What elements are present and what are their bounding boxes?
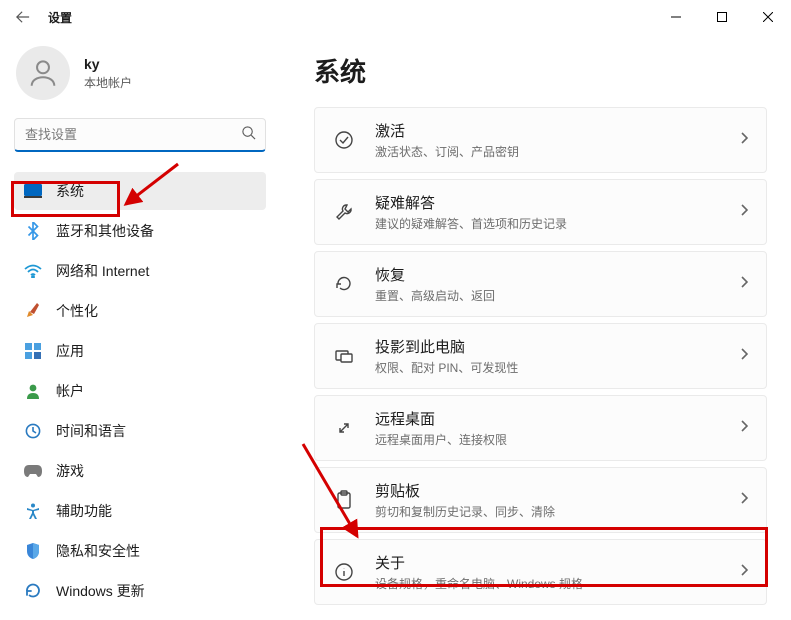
- card-wrench[interactable]: 疑难解答建议的疑难解答、首选项和历史记录: [314, 179, 767, 245]
- card-sub: 激活状态、订阅、产品密钥: [375, 143, 720, 160]
- search-icon: [241, 125, 256, 145]
- sidebar-item-bluetooth[interactable]: 蓝牙和其他设备: [14, 212, 266, 250]
- card-title: 疑难解答: [375, 192, 720, 213]
- chevron-right-icon: [740, 275, 748, 293]
- info-icon: [333, 561, 355, 583]
- card-recovery[interactable]: 恢复重置、高级启动、返回: [314, 251, 767, 317]
- wifi-icon: [24, 262, 42, 280]
- brush-icon: [24, 302, 42, 320]
- sidebar-item-label: 系统: [56, 181, 84, 201]
- check-icon: [333, 129, 355, 151]
- sidebar-item-label: Windows 更新: [56, 581, 145, 601]
- app-title: 设置: [48, 9, 72, 26]
- titlebar: 设置: [0, 0, 791, 34]
- sidebar-item-game[interactable]: 游戏: [14, 452, 266, 490]
- card-clipboard[interactable]: 剪贴板剪切和复制历史记录、同步、清除: [314, 467, 767, 533]
- card-title: 恢复: [375, 264, 720, 285]
- search-wrap: [14, 118, 266, 152]
- sidebar-item-person[interactable]: 帐户: [14, 372, 266, 410]
- search-input[interactable]: [14, 118, 266, 152]
- sidebar-item-label: 帐户: [56, 381, 84, 401]
- wrench-icon: [333, 201, 355, 223]
- project-icon: [333, 345, 355, 367]
- card-title: 剪贴板: [375, 480, 720, 501]
- card-sub: 远程桌面用户、连接权限: [375, 431, 720, 448]
- sidebar-item-label: 蓝牙和其他设备: [56, 221, 154, 241]
- back-button[interactable]: [6, 0, 40, 34]
- sidebar-item-wifi[interactable]: 网络和 Internet: [14, 252, 266, 290]
- card-title: 远程桌面: [375, 408, 720, 429]
- card-sub: 剪切和复制历史记录、同步、清除: [375, 503, 720, 520]
- card-sub: 重置、高级启动、返回: [375, 287, 720, 304]
- card-remote[interactable]: 远程桌面远程桌面用户、连接权限: [314, 395, 767, 461]
- card-sub: 权限、配对 PIN、可发现性: [375, 359, 720, 376]
- card-info[interactable]: 关于设备规格，重命名电脑、Windows 规格: [314, 539, 767, 605]
- chevron-right-icon: [740, 347, 748, 365]
- chevron-right-icon: [740, 203, 748, 221]
- sidebar-item-brush[interactable]: 个性化: [14, 292, 266, 330]
- accessibility-icon: [24, 502, 42, 520]
- chevron-right-icon: [740, 491, 748, 509]
- sidebar-item-system[interactable]: 系统: [14, 172, 266, 210]
- window-controls: [653, 0, 791, 34]
- card-project[interactable]: 投影到此电脑权限、配对 PIN、可发现性: [314, 323, 767, 389]
- chevron-right-icon: [740, 419, 748, 437]
- apps-icon: [24, 342, 42, 360]
- card-list: 激活激活状态、订阅、产品密钥疑难解答建议的疑难解答、首选项和历史记录恢复重置、高…: [314, 107, 769, 605]
- card-title: 激活: [375, 120, 720, 141]
- sidebar-item-accessibility[interactable]: 辅助功能: [14, 492, 266, 530]
- bluetooth-icon: [24, 222, 42, 240]
- sidebar-item-time[interactable]: 时间和语言: [14, 412, 266, 450]
- sidebar-item-label: 游戏: [56, 461, 84, 481]
- recovery-icon: [333, 273, 355, 295]
- card-check[interactable]: 激活激活状态、订阅、产品密钥: [314, 107, 767, 173]
- sidebar-item-apps[interactable]: 应用: [14, 332, 266, 370]
- card-sub: 建议的疑难解答、首选项和历史记录: [375, 215, 720, 232]
- main-panel: 系统 激活激活状态、订阅、产品密钥疑难解答建议的疑难解答、首选项和历史记录恢复重…: [276, 34, 791, 620]
- update-icon: [24, 582, 42, 600]
- card-title: 关于: [375, 552, 720, 573]
- nav-list: 系统蓝牙和其他设备网络和 Internet 个性化应用帐户时间和语言游戏辅助功能隐…: [14, 172, 266, 610]
- remote-icon: [333, 417, 355, 439]
- shield-icon: [24, 542, 42, 560]
- sidebar-item-label: 时间和语言: [56, 421, 126, 441]
- person-icon: [24, 382, 42, 400]
- time-icon: [24, 422, 42, 440]
- sidebar-item-update[interactable]: Windows 更新: [14, 572, 266, 610]
- user-name: ky: [84, 56, 132, 72]
- game-icon: [24, 462, 42, 480]
- card-title: 投影到此电脑: [375, 336, 720, 357]
- page-title: 系统: [314, 52, 769, 89]
- sidebar-item-label: 隐私和安全性: [56, 541, 140, 561]
- close-button[interactable]: [745, 0, 791, 34]
- system-icon: [24, 182, 42, 200]
- sidebar-item-label: 辅助功能: [56, 501, 112, 521]
- sidebar: ky 本地帐户 系统蓝牙和其他设备网络和 Internet 个性化应用帐户时间和语…: [0, 34, 276, 620]
- chevron-right-icon: [740, 563, 748, 581]
- avatar: [16, 46, 70, 100]
- sidebar-item-label: 应用: [56, 341, 84, 361]
- clipboard-icon: [333, 489, 355, 511]
- sidebar-item-shield[interactable]: 隐私和安全性: [14, 532, 266, 570]
- user-account-row[interactable]: ky 本地帐户: [14, 40, 266, 114]
- sidebar-item-label: 个性化: [56, 301, 98, 321]
- sidebar-item-label: 网络和 Internet: [56, 261, 149, 281]
- chevron-right-icon: [740, 131, 748, 149]
- card-sub: 设备规格，重命名电脑、Windows 规格: [375, 575, 720, 592]
- maximize-button[interactable]: [699, 0, 745, 34]
- user-sub: 本地帐户: [84, 74, 132, 91]
- minimize-button[interactable]: [653, 0, 699, 34]
